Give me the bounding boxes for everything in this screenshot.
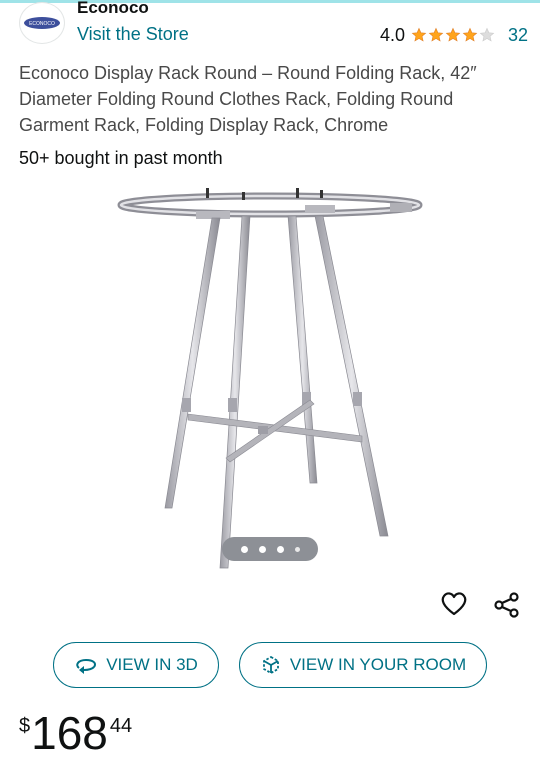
product-image[interactable] — [110, 178, 430, 573]
brand-logo-text: ECONOCO — [29, 21, 55, 27]
price-fraction: 44 — [109, 715, 133, 737]
cube-ar-icon — [262, 655, 279, 675]
carousel-dot[interactable] — [276, 545, 284, 553]
share-icon[interactable] — [492, 590, 522, 620]
star-rating — [411, 27, 496, 43]
star-filled-icon — [445, 27, 461, 42]
carousel-dot[interactable] — [294, 546, 300, 552]
brand-name: Econoco — [77, 0, 149, 17]
view-in-3d-label: VIEW IN 3D — [106, 655, 198, 674]
star-filled-icon — [462, 27, 478, 42]
star-empty-icon — [479, 27, 495, 42]
view-in-3d-button[interactable]: VIEW IN 3D — [53, 642, 219, 688]
rotate-3d-icon — [76, 658, 97, 674]
carousel-dot[interactable] — [258, 545, 266, 553]
price: $ 168 44 — [19, 707, 132, 759]
rating-value: 4.0 — [380, 24, 406, 45]
visit-store-link[interactable]: Visit the Store — [77, 24, 189, 45]
image-carousel-indicator[interactable] — [222, 537, 318, 561]
star-filled-icon — [428, 27, 444, 42]
bought-count: 50+ bought in past month — [19, 148, 223, 168]
view-in-room-label: VIEW IN YOUR ROOM — [289, 655, 467, 674]
brand-logo-badge: ECONOCO — [24, 17, 60, 29]
heart-icon[interactable] — [439, 588, 469, 618]
price-currency-symbol: $ — [19, 715, 31, 737]
product-title: Econoco Display Rack Round – Round Foldi… — [19, 63, 477, 135]
star-filled-icon — [411, 27, 427, 42]
carousel-dot[interactable] — [240, 545, 248, 553]
price-whole: 168 — [31, 707, 108, 759]
brand-logo[interactable]: ECONOCO — [19, 2, 65, 44]
view-in-room-button[interactable]: VIEW IN YOUR ROOM — [239, 642, 487, 688]
rating-summary[interactable]: 4.0 32 — [380, 24, 528, 46]
rating-count-link[interactable]: 32 — [508, 25, 528, 46]
